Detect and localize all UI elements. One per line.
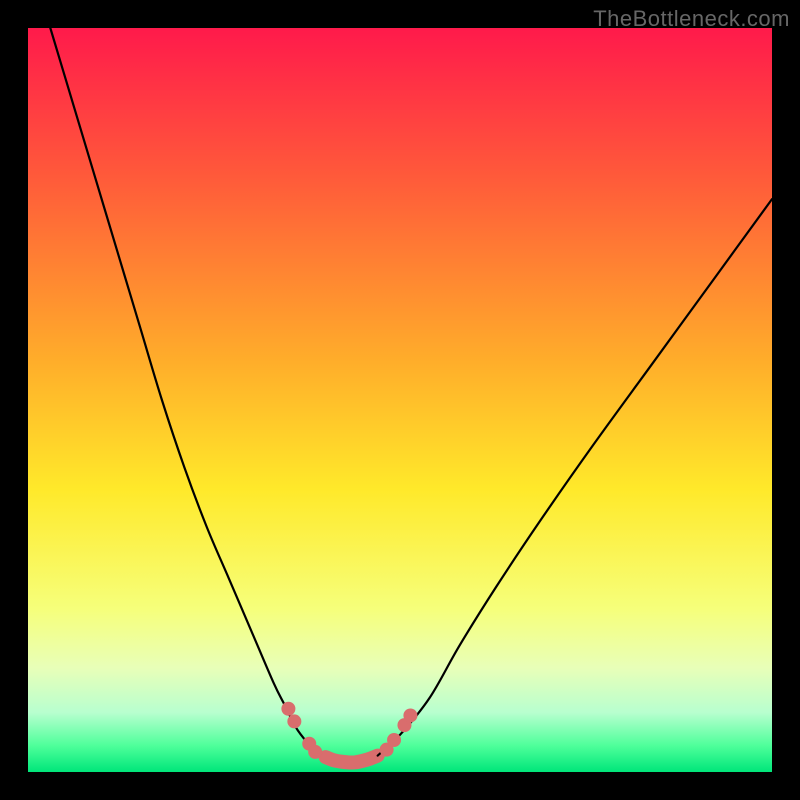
marker-dot-3 xyxy=(308,745,322,759)
marker-dot-0 xyxy=(281,702,295,716)
series-valley-floor xyxy=(326,756,378,763)
marker-dot-1 xyxy=(287,714,301,728)
chart-stage: TheBottleneck.com xyxy=(0,0,800,800)
watermark-text: TheBottleneck.com xyxy=(593,6,790,32)
plot-background xyxy=(28,28,772,772)
marker-dot-5 xyxy=(387,733,401,747)
bottleneck-chart xyxy=(0,0,800,800)
marker-dot-7 xyxy=(403,708,417,722)
